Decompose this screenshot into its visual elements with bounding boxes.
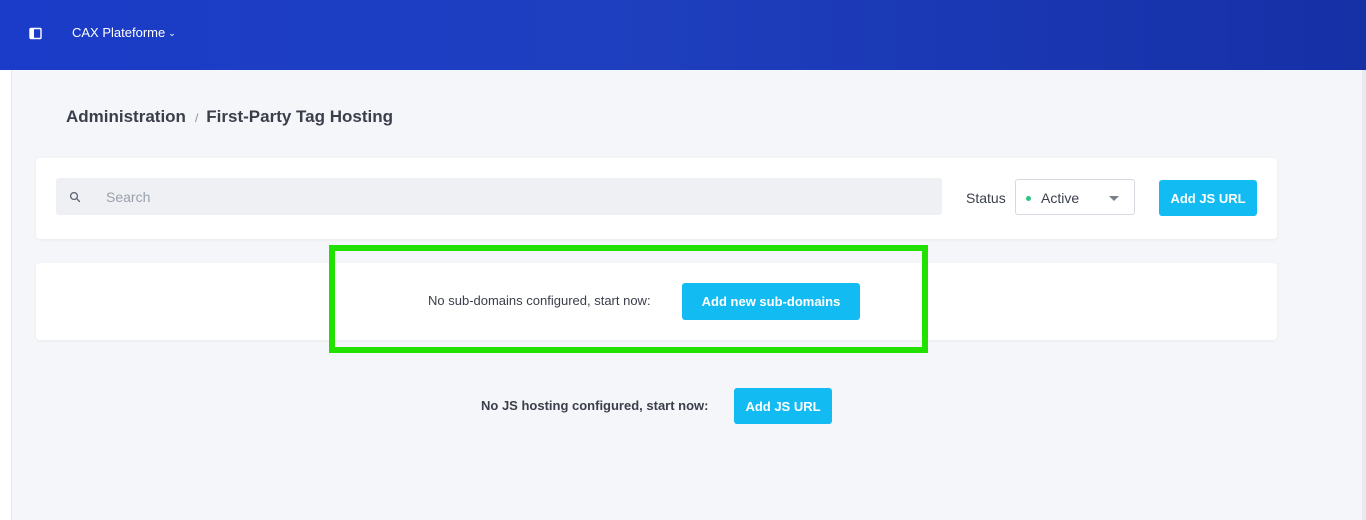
search-box[interactable] [56, 178, 942, 215]
platform-selector[interactable]: CAX Plateforme ⌄ [72, 25, 176, 40]
filter-toolbar-card: Status Active Add JS URL [36, 158, 1277, 239]
caret-down-icon [1109, 196, 1119, 201]
status-value: Active [1041, 190, 1080, 206]
add-js-url-button[interactable]: Add JS URL [1159, 180, 1257, 216]
sidebar-toggle-icon[interactable] [28, 26, 44, 42]
status-indicator-dot [1026, 196, 1031, 201]
status-label: Status [966, 190, 1006, 206]
scrollbar[interactable] [1362, 70, 1366, 520]
breadcrumb-separator: / [194, 111, 199, 125]
page-title: First-Party Tag Hosting [206, 107, 393, 126]
highlight-box [329, 245, 928, 353]
search-input[interactable] [106, 178, 926, 215]
breadcrumb: Administration / First-Party Tag Hosting [66, 107, 393, 127]
js-hosting-empty-message: No JS hosting configured, start now: [481, 398, 709, 413]
add-js-url-empty-button[interactable]: Add JS URL [734, 388, 832, 424]
platform-name: CAX Plateforme [72, 25, 166, 40]
top-navigation-bar: CAX Plateforme ⌄ [0, 0, 1366, 70]
left-sidebar-rail [0, 70, 12, 520]
chevron-down-icon: ⌄ [168, 27, 176, 38]
breadcrumb-administration[interactable]: Administration [66, 107, 186, 127]
search-icon [69, 190, 81, 203]
status-select[interactable]: Active [1015, 179, 1135, 215]
